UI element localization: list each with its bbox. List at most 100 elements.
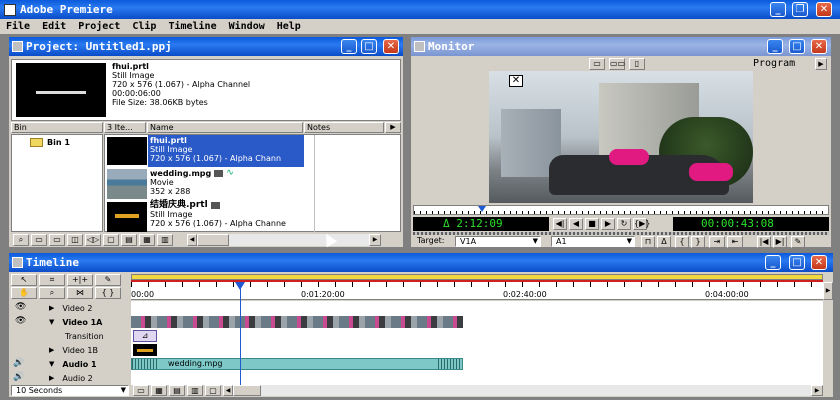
video-clip-strip[interactable]: [131, 316, 463, 328]
zoom-select[interactable]: 10 Seconds ▼: [11, 385, 129, 396]
menu-help[interactable]: Help: [271, 19, 307, 34]
overlay-icon[interactable]: ⇤: [727, 236, 743, 248]
track-video-1a[interactable]: ▼ Video 1A: [19, 315, 137, 329]
notes-column-header[interactable]: Notes: [304, 122, 384, 133]
snap-to-edges-icon[interactable]: ▦: [151, 385, 167, 396]
mark-in-icon[interactable]: {: [675, 236, 689, 248]
minimize-button[interactable]: _: [770, 2, 786, 17]
play-icon[interactable]: ▶: [601, 218, 615, 230]
menu-file[interactable]: File: [0, 19, 36, 34]
program-menu-button[interactable]: ▶: [815, 58, 827, 70]
play-in-out-icon[interactable]: {▶}: [633, 218, 650, 230]
single-view-icon[interactable]: ▭: [589, 58, 605, 70]
expand-triangle-icon[interactable]: ▼: [49, 360, 54, 368]
rewind-icon[interactable]: ◀: [569, 218, 583, 230]
timeline-h-scroll-right-button[interactable]: ▶: [811, 385, 823, 396]
list-item[interactable]: wedding.mpg ∿ Movie 352 x 288: [105, 168, 400, 200]
maximize-button[interactable]: ❐: [792, 2, 808, 17]
rolling-edit-tool-icon[interactable]: +|+: [67, 274, 93, 286]
h-scrollbar-track[interactable]: [197, 234, 369, 246]
track-transition[interactable]: Transition: [19, 329, 137, 343]
name-column-header[interactable]: Name: [147, 122, 303, 133]
mark-out-icon[interactable]: }: [691, 236, 705, 248]
transition-clip-icon[interactable]: ⊿: [133, 330, 157, 342]
extract-icon[interactable]: Δ: [657, 236, 671, 248]
project-close-button[interactable]: ✕: [383, 39, 399, 54]
track-format-icon[interactable]: ▭: [133, 385, 149, 396]
timeline-scroll-right-button[interactable]: ▶: [823, 282, 833, 300]
title-clip[interactable]: [133, 344, 157, 356]
target-audio-select[interactable]: A1 ▼: [551, 236, 635, 247]
track-video-1b[interactable]: ▶ Video 1B: [19, 343, 137, 357]
edit-icon[interactable]: ✎: [791, 236, 805, 248]
razor-tool-icon[interactable]: ✎: [95, 274, 121, 286]
automate-icon[interactable]: ◫: [67, 234, 83, 246]
monitor-close-button[interactable]: ✕: [811, 39, 827, 54]
bin-1-row[interactable]: Bin 1: [30, 137, 100, 148]
dual-view-icon[interactable]: ▭▭: [609, 58, 625, 70]
h-scroll-left-button[interactable]: ◀: [187, 234, 197, 246]
expand-triangle-icon[interactable]: ▶: [49, 346, 54, 354]
thumbnail-view-icon[interactable]: ▦: [139, 234, 155, 246]
shift-tracks-icon[interactable]: ▥: [187, 385, 203, 396]
menu-window[interactable]: Window: [223, 19, 271, 34]
edge-view-icon[interactable]: ▢: [205, 385, 221, 396]
track-audio-1[interactable]: ▼ Audio 1: [19, 357, 137, 371]
track-video-2[interactable]: ▶ Video 2: [19, 301, 137, 315]
expand-triangle-icon[interactable]: ▶: [49, 304, 54, 312]
list-item[interactable]: 结婚庆典.prtl Still Image 720 x 576 (1.067) …: [105, 201, 400, 233]
timeline-h-scroll-left-button[interactable]: ◀: [223, 385, 233, 396]
menu-edit[interactable]: Edit: [36, 19, 72, 34]
target-video-select[interactable]: V1A ▼: [455, 236, 541, 247]
cross-fade-tool-icon[interactable]: ⋈: [67, 287, 93, 299]
bin-icon[interactable]: ▭: [49, 234, 65, 246]
stop-icon[interactable]: ■: [585, 218, 599, 230]
lift-icon[interactable]: ⊓: [641, 236, 655, 248]
timeline-h-scrollbar-track[interactable]: [233, 385, 811, 396]
project-minimize-button[interactable]: _: [341, 39, 357, 54]
list-item[interactable]: fhui.prtl Still Image 720 x 576 (1.067) …: [105, 135, 400, 167]
monitor-scrubber[interactable]: [413, 205, 829, 215]
close-button[interactable]: ✕: [816, 2, 832, 17]
monitor-maximize-button[interactable]: □: [789, 39, 805, 54]
new-bin-icon[interactable]: ▭: [31, 234, 47, 246]
hand-tool-icon[interactable]: ✋: [11, 287, 37, 299]
insert-icon[interactable]: ⇥: [709, 236, 725, 248]
timeline-close-button[interactable]: ✕: [811, 255, 827, 270]
trim-view-icon[interactable]: ▯: [629, 58, 645, 70]
timeline-minimize-button[interactable]: _: [765, 255, 781, 270]
monitor-minimize-button[interactable]: _: [767, 39, 783, 54]
menu-project[interactable]: Project: [72, 19, 126, 34]
sync-mode-icon[interactable]: ▤: [169, 385, 185, 396]
selection-tool-icon[interactable]: ↖: [11, 274, 37, 286]
column-scroll-right-button[interactable]: ▶: [385, 122, 401, 133]
track-audio-2[interactable]: ▶ Audio 2: [19, 371, 137, 385]
count-column-header[interactable]: 3 Ite...: [104, 122, 146, 133]
timeline-h-scrollbar-thumb[interactable]: [233, 385, 261, 396]
safe-area-icon[interactable]: ✕: [509, 75, 523, 87]
menu-clip[interactable]: Clip: [126, 19, 162, 34]
h-scrollbar-thumb[interactable]: [197, 234, 229, 246]
list-view-icon[interactable]: ▤: [121, 234, 137, 246]
expand-triangle-icon[interactable]: ▼: [49, 318, 54, 326]
expand-triangle-icon[interactable]: ▶: [49, 374, 54, 382]
playhead-marker-icon[interactable]: [478, 206, 486, 212]
find-icon[interactable]: ⌕: [13, 234, 29, 246]
new-item-icon[interactable]: ▢: [103, 234, 119, 246]
bin-column-header[interactable]: Bin: [11, 122, 103, 133]
jog-shuttle[interactable]: [413, 232, 829, 235]
go-to-out-icon[interactable]: ▶|: [773, 236, 787, 248]
time-ruler[interactable]: 00:00 0:01:20:00 0:02:40:00 0:04:00:00: [131, 282, 823, 300]
go-to-in-icon[interactable]: |◀: [757, 236, 771, 248]
range-select-tool-icon[interactable]: ⌗: [39, 274, 65, 286]
in-out-tool-icon[interactable]: { }: [95, 287, 121, 299]
audio-clip[interactable]: wedding.mpg: [131, 358, 463, 370]
menu-timeline[interactable]: Timeline: [162, 19, 222, 34]
h-scroll-right-button[interactable]: ▶: [369, 234, 381, 246]
clip-icon[interactable]: ◁▷: [85, 234, 101, 246]
loop-icon[interactable]: ↻: [617, 218, 631, 230]
icon-view-icon[interactable]: ▥: [157, 234, 173, 246]
zoom-tool-icon[interactable]: ⌕: [39, 287, 65, 299]
step-back-icon[interactable]: ◀|: [553, 218, 567, 230]
project-maximize-button[interactable]: □: [361, 39, 377, 54]
